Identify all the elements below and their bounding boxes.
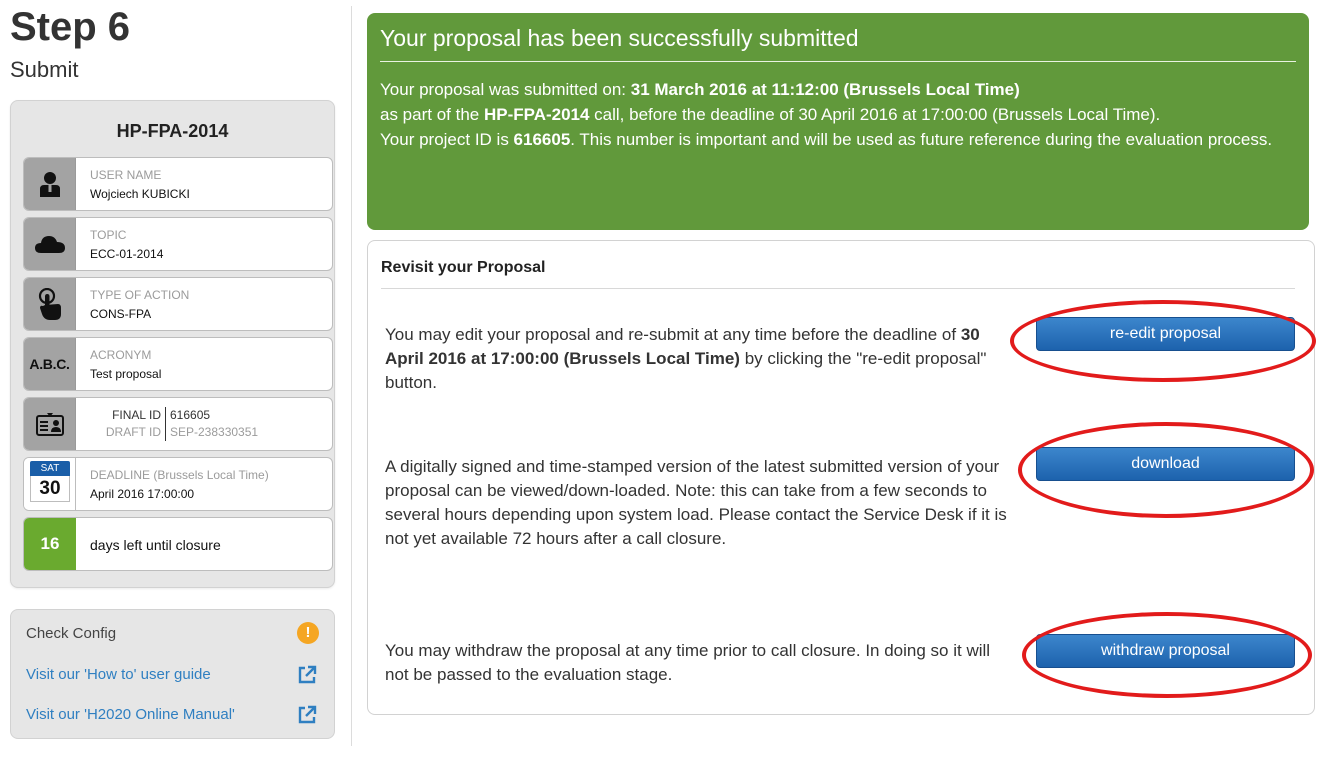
deadline-text: call, before the deadline of 30 April 20… — [589, 105, 1161, 124]
step-title: Step 6 — [10, 5, 131, 49]
draft-id-value: SEP-238330351 — [170, 425, 259, 439]
submitted-on-text: Your proposal was submitted on: — [380, 80, 631, 99]
cloud-icon — [24, 218, 76, 270]
column-divider — [351, 6, 352, 746]
type-of-action-label: TYPE OF ACTION — [90, 288, 190, 302]
revisit-divider — [381, 288, 1295, 289]
download-description: A digitally signed and time-stamped vers… — [385, 457, 1007, 548]
calendar-day-number: 30 — [30, 476, 70, 502]
acronym-label: ACRONYM — [90, 348, 152, 362]
check-config-link[interactable]: Check Config — [26, 625, 116, 642]
topic-row: TOPIC ECC-01-2014 — [23, 217, 333, 271]
hand-pointer-icon — [24, 278, 76, 330]
project-id-text: Your project ID is — [380, 130, 514, 149]
deadline-value: April 2016 17:00:00 — [90, 487, 195, 501]
abc-icon: A.B.C. — [24, 338, 76, 390]
abc-icon-text: A.B.C. — [29, 356, 70, 372]
type-of-action-row: TYPE OF ACTION CONS-FPA — [23, 277, 333, 331]
proposal-ids: FINAL ID 616605 DRAFT ID SEP-238330351 — [90, 407, 258, 441]
external-link-icon[interactable] — [297, 665, 317, 685]
user-name-value: Wojciech KUBICKI — [90, 187, 190, 201]
call-id: HP-FPA-2014 — [116, 121, 229, 141]
help-links-card: Check Config ! Visit our 'How to' user g… — [10, 609, 335, 739]
call-text: as part of the — [380, 105, 484, 124]
calendar-day-abbr: SAT — [30, 461, 70, 476]
final-id-label: FINAL ID — [90, 407, 166, 424]
download-button[interactable]: download — [1036, 447, 1295, 481]
draft-id-label: DRAFT ID — [90, 424, 166, 441]
user-name-label: USER NAME — [90, 168, 162, 182]
calendar-icon: SAT 30 — [24, 458, 76, 510]
type-of-action-value: CONS-FPA — [90, 307, 152, 321]
topic-value: ECC-01-2014 — [90, 247, 164, 261]
warning-icon: ! — [297, 622, 319, 644]
success-title: Your proposal has been successfully subm… — [380, 25, 859, 51]
call-id-bold: HP-FPA-2014 — [483, 105, 590, 124]
id-card-icon — [24, 398, 76, 450]
topic-label: TOPIC — [90, 228, 127, 242]
how-to-guide-link[interactable]: Visit our 'How to' user guide — [26, 666, 211, 683]
proposal-summary-card: HP-FPA-2014 USER NAME Wojciech KUBICKI T… — [10, 100, 335, 588]
acronym-value: Test proposal — [90, 367, 162, 381]
withdraw-description: You may withdraw the proposal at any tim… — [385, 641, 991, 684]
reedit-text: You may edit your proposal and re-submit… — [385, 325, 961, 344]
final-id-value: 616605 — [170, 408, 211, 422]
days-left-count: 16 — [24, 518, 76, 570]
deadline-row: SAT 30 DEADLINE (Brussels Local Time) Ap… — [23, 457, 333, 511]
step-subtitle: Submit — [10, 57, 79, 82]
user-name-row: USER NAME Wojciech KUBICKI — [23, 157, 333, 211]
success-divider — [380, 61, 1296, 62]
online-manual-link[interactable]: Visit our 'H2020 Online Manual' — [26, 706, 235, 723]
reedit-description: You may edit your proposal and re-submit… — [385, 323, 995, 395]
project-id-note: . This number is important and will be u… — [570, 130, 1273, 149]
submission-success-banner: Your proposal has been successfully subm… — [367, 13, 1309, 230]
days-left-text: days left until closure — [90, 537, 221, 553]
reedit-proposal-button[interactable]: re-edit proposal — [1036, 317, 1295, 351]
proposal-ids-row: FINAL ID 616605 DRAFT ID SEP-238330351 — [23, 397, 333, 451]
submitted-on-date: 31 March 2016 at 11:12:00 (Brussels Loca… — [630, 80, 1020, 99]
withdraw-proposal-button[interactable]: withdraw proposal — [1036, 634, 1295, 668]
days-left-row: 16 days left until closure — [23, 517, 333, 571]
user-icon — [24, 158, 76, 210]
external-link-icon[interactable] — [297, 705, 317, 725]
project-id-value: 616605 — [513, 130, 571, 149]
acronym-row: A.B.C. ACRONYM Test proposal — [23, 337, 333, 391]
deadline-label: DEADLINE (Brussels Local Time) — [90, 468, 269, 482]
revisit-proposal-panel: Revisit your Proposal You may edit your … — [367, 240, 1315, 715]
success-message: Your proposal was submitted on: 31 March… — [380, 77, 1305, 152]
revisit-title: Revisit your Proposal — [381, 259, 546, 276]
